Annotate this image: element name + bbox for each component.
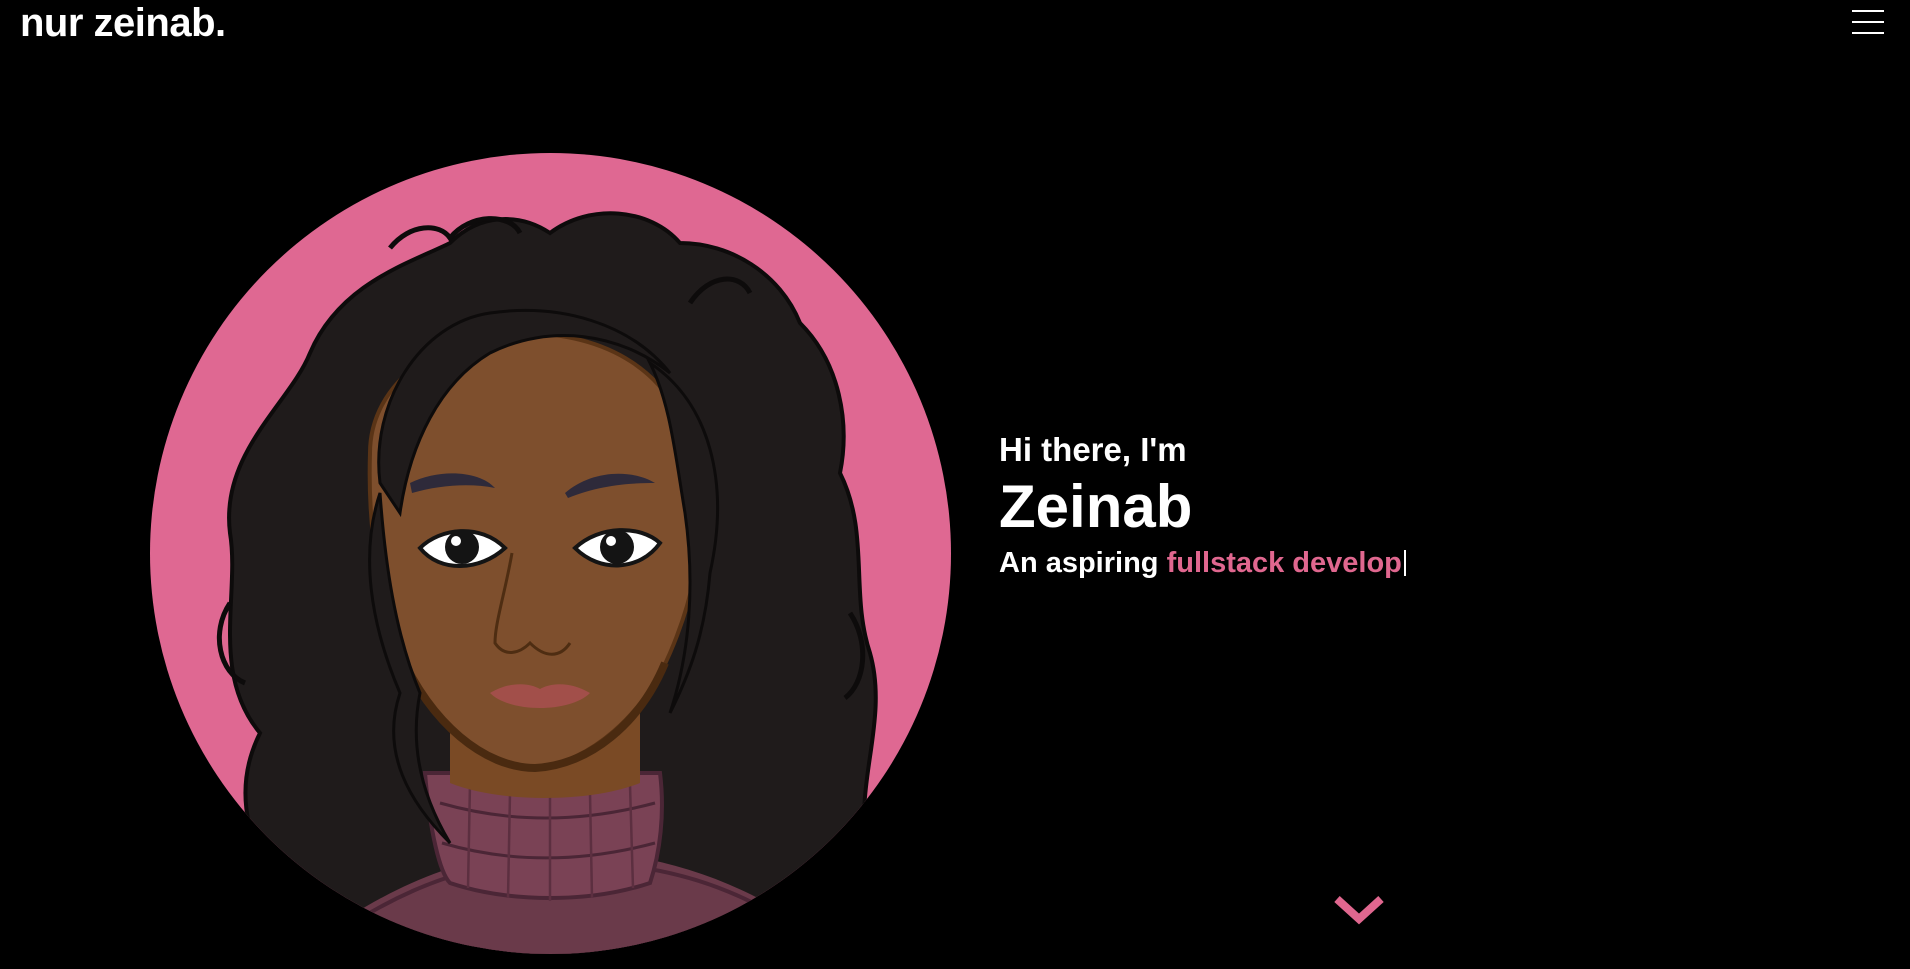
greeting: Hi there, I'm xyxy=(999,431,1187,468)
page: nur zeinab. Hi there, I'm Zeinab An aspi… xyxy=(0,0,1910,969)
hero-name: Zeinab xyxy=(999,473,1193,540)
hamburger-menu-icon[interactable] xyxy=(1852,10,1884,36)
brand-logo[interactable]: nur zeinab. xyxy=(20,0,226,46)
avatar xyxy=(150,153,951,954)
hero-text: Hi there, I'm Zeinab An aspiring fullsta… xyxy=(999,430,1406,581)
chevron-down-icon[interactable] xyxy=(1333,893,1385,927)
typing-cursor xyxy=(1403,550,1406,576)
tagline-prefix: An aspiring xyxy=(999,547,1159,579)
tagline-typed: fullstack develop xyxy=(1166,547,1402,579)
tagline: An aspiring fullstack develop xyxy=(999,545,1406,581)
avatar-illustration xyxy=(150,153,951,954)
